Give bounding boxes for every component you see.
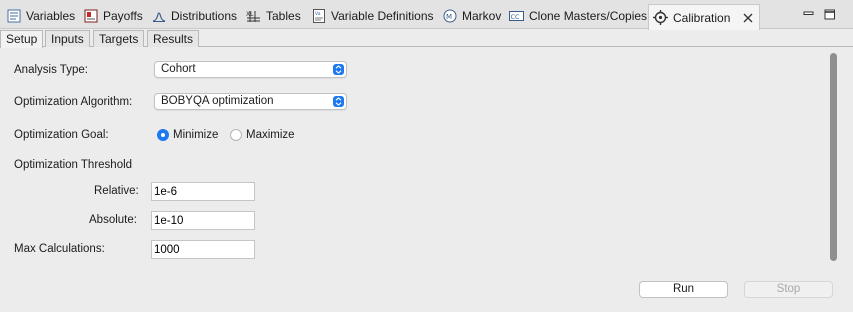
tab-label: Tables: [266, 9, 301, 23]
algorithm-value: BOBYQA optimization: [161, 95, 274, 107]
algorithm-select[interactable]: BOBYQA optimization: [154, 93, 347, 110]
sub-tab-bar: Setup Inputs Targets Results: [0, 29, 853, 48]
tab-label: Variables: [26, 9, 76, 23]
tab-label: Payoffs: [103, 9, 143, 23]
svg-text:M: M: [446, 13, 452, 21]
variable-definitions-icon: Va: [311, 9, 326, 24]
maximize-radio[interactable]: [230, 129, 242, 141]
minimize-radio[interactable]: [157, 129, 169, 141]
maximize-label[interactable]: Maximize: [246, 129, 295, 141]
tab-results[interactable]: Results: [147, 30, 200, 47]
threshold-heading: Optimization Threshold: [14, 159, 133, 171]
absolute-threshold-input[interactable]: [151, 211, 255, 230]
tab-markov[interactable]: M Markov: [442, 4, 501, 28]
analysis-type-label: Analysis Type:: [14, 64, 88, 76]
scrollbar-thumb[interactable]: [830, 53, 837, 261]
close-icon[interactable]: [743, 13, 753, 23]
distributions-icon: [151, 9, 166, 24]
setup-panel: Analysis Type: Cohort Optimization Algor…: [0, 47, 843, 312]
max-calculations-input[interactable]: [151, 240, 255, 259]
tab-payoffs[interactable]: Payoffs: [83, 4, 143, 28]
max-calculations-label: Max Calculations:: [14, 243, 105, 255]
absolute-label: Absolute:: [89, 214, 137, 226]
variables-icon: [6, 9, 21, 24]
tab-label: Clone Masters/Copies: [529, 9, 648, 23]
tab-variables[interactable]: Variables: [6, 4, 75, 28]
chevron-updown-icon: [333, 96, 344, 107]
tab-targets[interactable]: Targets: [93, 30, 145, 47]
clone-masters-icon: CC: [509, 9, 524, 24]
markov-icon: M: [442, 9, 457, 24]
calibration-icon: [653, 10, 668, 25]
tab-variable-definitions[interactable]: Va Variable Definitions: [311, 4, 434, 28]
svg-text:Va: Va: [315, 11, 321, 17]
payoffs-icon: [83, 9, 98, 24]
svg-text:CC: CC: [511, 13, 521, 21]
vertical-scrollbar[interactable]: [829, 50, 839, 265]
tab-inputs[interactable]: Inputs: [45, 30, 90, 47]
tables-icon: XL: [246, 9, 261, 24]
tab-label: Calibration: [673, 10, 731, 25]
view-tab-bar: Variables Payoffs Distributions XL Table…: [0, 0, 853, 30]
relative-threshold-input[interactable]: [151, 182, 255, 201]
tab-tables[interactable]: XL Tables: [246, 4, 301, 28]
tab-label: Markov: [462, 9, 502, 23]
tab-distributions[interactable]: Distributions: [151, 4, 237, 28]
minimize-icon[interactable]: [803, 9, 815, 20]
analysis-type-value: Cohort: [161, 63, 196, 75]
goal-label: Optimization Goal:: [14, 129, 109, 141]
tab-label: Variable Definitions: [331, 9, 434, 23]
run-button[interactable]: Run: [639, 281, 728, 298]
chevron-updown-icon: [333, 64, 344, 75]
tab-setup[interactable]: Setup: [0, 30, 44, 48]
relative-label: Relative:: [94, 185, 139, 197]
minimize-label[interactable]: Minimize: [173, 129, 218, 141]
stop-button[interactable]: Stop: [744, 281, 833, 298]
tab-calibration[interactable]: Calibration: [648, 4, 761, 30]
maximize-icon[interactable]: [824, 9, 836, 20]
tab-clone-masters-copies[interactable]: CC Clone Masters/Copies: [509, 4, 647, 28]
tab-label: Distributions: [171, 9, 238, 23]
algorithm-label: Optimization Algorithm:: [14, 96, 133, 108]
analysis-type-select[interactable]: Cohort: [154, 61, 347, 78]
